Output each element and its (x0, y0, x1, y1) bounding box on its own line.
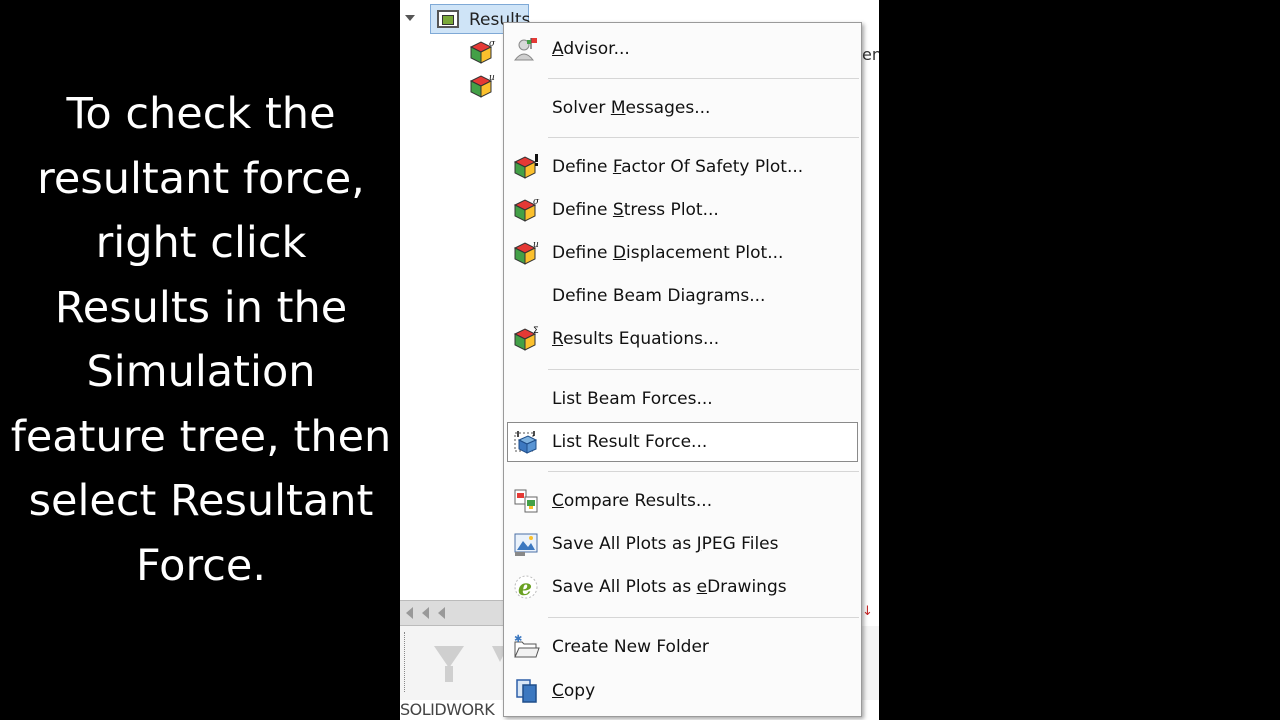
stress-plot-icon: σ (513, 197, 540, 222)
caption-line: Results in the (54, 282, 348, 333)
menu-item-label: Copy (552, 681, 596, 701)
menu-separator (548, 78, 859, 79)
menu-item-label: Define Stress Plot... (552, 200, 719, 220)
menu-item-label: Define Factor Of Safety Plot... (552, 157, 804, 177)
menu-item-results-equations[interactable]: Σ Results Equations... (507, 319, 858, 359)
results-equations-icon: Σ (513, 326, 539, 351)
factor-of-safety-plot-icon (513, 154, 538, 179)
menu-separator (548, 617, 859, 618)
menu-item-beam-diagrams[interactable]: Define Beam Diagrams... (507, 276, 858, 316)
scroll-left-icon[interactable] (422, 607, 429, 619)
menu-item-factor-of-safety[interactable]: Define Factor Of Safety Plot... (507, 147, 858, 187)
svg-text:✱: ✱ (514, 634, 522, 645)
scroll-left-icon[interactable] (406, 607, 413, 619)
advisor-icon (513, 38, 537, 61)
solidworks-label: SOLIDWORK (400, 700, 495, 719)
menu-item-list-beam-forces[interactable]: List Beam Forces... (507, 379, 858, 419)
compare-results-icon (514, 489, 538, 513)
svg-text:e: e (518, 575, 532, 601)
tab-marker-icon[interactable]: ↓ (862, 604, 873, 619)
scroll-left-icon[interactable] (438, 607, 445, 619)
list-result-force-icon (514, 431, 538, 454)
horizontal-scrollbar[interactable] (400, 600, 510, 626)
menu-item-solver-messages[interactable]: Solver Messages... (507, 88, 858, 128)
menu-item-stress-plot[interactable]: σ Define Stress Plot... (507, 190, 858, 230)
menu-item-label: List Result Force... (552, 432, 708, 452)
menu-item-label: Solver Messages... (552, 98, 711, 118)
menu-item-label: Define Beam Diagrams... (552, 286, 766, 306)
svg-text:u: u (489, 73, 495, 83)
menu-separator (548, 471, 859, 472)
menu-item-label: Advisor... (552, 39, 630, 59)
caption-line: resultant force, (37, 153, 365, 204)
svg-text:u: u (533, 240, 539, 250)
menu-item-save-jpeg[interactable]: Save All Plots as JPEG Files (507, 524, 858, 564)
menu-item-label: Define Displacement Plot... (552, 243, 784, 263)
displacement-plot-icon[interactable]: u (468, 72, 496, 100)
instruction-caption: To check the resultant force, right clic… (0, 82, 402, 598)
tree-item-fragment: en (862, 45, 879, 64)
displacement-plot-icon: u (513, 240, 539, 265)
menu-separator (548, 137, 859, 138)
filter-icon[interactable] (434, 646, 464, 682)
menu-item-label: Compare Results... (552, 491, 713, 511)
menu-item-label: Create New Folder (552, 637, 709, 657)
caption-line: feature tree, then (10, 411, 392, 462)
collapse-arrow-icon[interactable] (405, 15, 415, 21)
caption-line: Force. (135, 540, 266, 591)
menu-item-label: Save All Plots as eDrawings (552, 577, 787, 597)
menu-separator (548, 369, 859, 370)
menu-item-label: Results Equations... (552, 329, 720, 349)
copy-icon (516, 679, 537, 703)
save-jpeg-icon (514, 533, 538, 556)
svg-text:σ: σ (533, 197, 540, 207)
save-edrawings-icon: e (514, 575, 538, 601)
menu-item-label: List Beam Forces... (552, 389, 713, 409)
menu-item-displacement-plot[interactable]: u Define Displacement Plot... (507, 233, 858, 273)
caption-line: To check the (66, 89, 336, 139)
menu-item-save-edrawings[interactable]: e Save All Plots as eDrawings (507, 567, 858, 607)
results-context-menu: Advisor... Solver Messages... Define Fac… (503, 22, 862, 717)
results-folder-icon (437, 10, 459, 28)
stress-plot-icon[interactable]: σ (468, 38, 496, 66)
menu-item-create-new-folder[interactable]: ✱ Create New Folder (507, 627, 858, 667)
caption-line: select Resultant (28, 476, 374, 526)
menu-item-list-result-force[interactable]: List Result Force... (507, 422, 858, 462)
menu-item-compare-results[interactable]: Compare Results... (507, 481, 858, 521)
caption-line: right click (95, 218, 307, 268)
menu-item-label: Save All Plots as JPEG Files (552, 534, 779, 554)
svg-text:σ: σ (489, 39, 496, 49)
create-folder-icon: ✱ (514, 634, 540, 658)
caption-line: Simulation (86, 347, 316, 397)
svg-text:Σ: Σ (533, 326, 539, 336)
menu-item-copy[interactable]: Copy (507, 671, 858, 711)
menu-item-advisor[interactable]: Advisor... (507, 29, 858, 69)
